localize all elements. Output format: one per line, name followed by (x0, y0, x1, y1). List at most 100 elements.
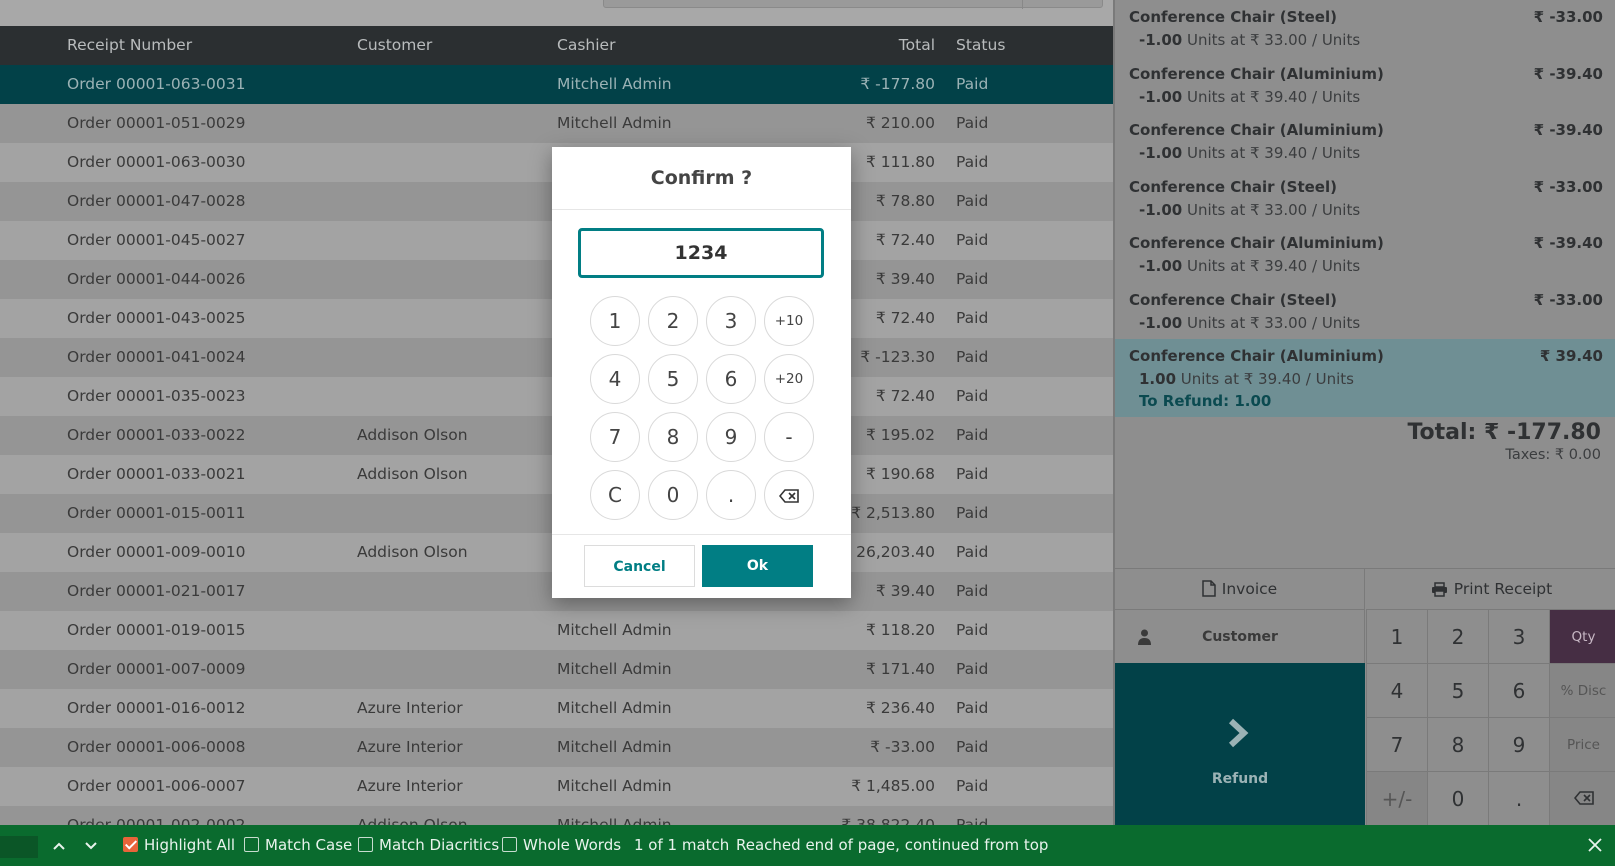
confirm-dialog: Confirm ? 1234 1 2 3 +10 4 5 6 +20 7 8 9- C 0. Cance… (552, 147, 851, 598)
dialog-key-5[interactable]: 5 (648, 354, 698, 404)
dialog-key-6[interactable]: 6 (706, 354, 756, 404)
numpad-key-9[interactable]: 9 (1488, 717, 1549, 771)
dialog-key-decimal[interactable]: . (706, 470, 756, 520)
dialog-key-8[interactable]: 8 (648, 412, 698, 462)
print-receipt-button[interactable]: Print Receipt (1366, 569, 1615, 609)
order-totals: Total: ₹ -177.80 Taxes: ₹ 0.00 (1407, 420, 1601, 463)
highlight-all-checkbox[interactable] (123, 837, 138, 852)
line-unit-detail: Units at ₹ 39.40 / Units (1182, 87, 1361, 106)
dialog-key-2[interactable]: 2 (648, 296, 698, 346)
match-case-checkbox[interactable] (244, 837, 259, 852)
total-cell: ₹ 38,822.40 (841, 816, 935, 825)
numpad-key-5[interactable]: 5 (1427, 663, 1488, 717)
line-price: ₹ -33.00 (1533, 177, 1603, 196)
match-case-toggle[interactable]: Match Case (244, 825, 352, 866)
header-total: Total (898, 36, 935, 54)
close-find-bar-button[interactable] (1588, 825, 1602, 866)
total-cell: ₹ 39.40 (875, 270, 935, 288)
dialog-key-backspace[interactable] (764, 470, 814, 520)
ok-button[interactable]: Ok (702, 545, 813, 587)
match-diacritics-toggle[interactable]: Match Diacritics (358, 825, 499, 866)
dialog-key-4[interactable]: 4 (590, 354, 640, 404)
table-row[interactable]: Order 00001-006-0008 Azure Interior Mitche… (0, 728, 1113, 767)
receipt-cell: Order 00001-033-0021 (67, 465, 246, 483)
order-line[interactable]: Conference Chair (Aluminium) ₹ -39.40 -1.0… (1115, 113, 1615, 169)
numpad-key-0[interactable]: 0 (1427, 771, 1488, 825)
total-cell: ₹ 72.40 (875, 387, 935, 405)
price-mode-button[interactable]: Price (1549, 717, 1615, 771)
number-input[interactable]: 1234 (578, 228, 824, 278)
table-row[interactable]: Order 00001-063-0031 Mitchell Admin ₹ -177… (0, 65, 1113, 104)
search-box[interactable] (603, 0, 1103, 9)
total-cell: ₹ 195.02 (865, 426, 935, 444)
numpad-key-2[interactable]: 2 (1427, 609, 1488, 663)
dialog-key-plus20[interactable]: +20 (764, 354, 814, 404)
dialog-key-7[interactable]: 7 (590, 412, 640, 462)
customer-cell: Azure Interior (357, 699, 463, 717)
line-price: ₹ -33.00 (1533, 8, 1603, 26)
customer-button[interactable]: Customer (1115, 609, 1365, 663)
table-row[interactable]: Order 00001-007-0009 Mitchell Admin ₹ 171.… (0, 650, 1113, 689)
order-line[interactable]: Conference Chair (Steel) ₹ -33.00 -1.00 Un… (1115, 170, 1615, 226)
match-diacritics-checkbox[interactable] (358, 837, 373, 852)
dialog-key-9[interactable]: 9 (706, 412, 756, 462)
numpad-key-7[interactable]: 7 (1366, 717, 1427, 771)
sign-toggle-button[interactable]: +/- (1366, 771, 1427, 825)
numpad-key-8[interactable]: 8 (1427, 717, 1488, 771)
qty-mode-button[interactable]: Qty (1549, 609, 1615, 663)
cashier-cell: Mitchell Admin (557, 75, 672, 93)
numpad-key-4[interactable]: 4 (1366, 663, 1427, 717)
numpad-key-3[interactable]: 3 (1488, 609, 1549, 663)
line-unit-detail: Units at ₹ 39.40 / Units (1182, 144, 1361, 162)
whole-words-checkbox[interactable] (502, 837, 517, 852)
discount-mode-button[interactable]: % Disc (1549, 663, 1615, 717)
dialog-key-0[interactable]: 0 (648, 470, 698, 520)
numpad-key-decimal[interactable]: . (1488, 771, 1549, 825)
status-cell: Paid (956, 270, 989, 288)
backspace-button[interactable] (1549, 771, 1615, 825)
order-detail-panel: Conference Chair (Steel) ₹ -33.00 -1.00 Un… (1113, 0, 1615, 825)
whole-words-label: Whole Words (523, 836, 622, 854)
status-cell: Paid (956, 738, 989, 756)
order-line[interactable]: Conference Chair (Aluminium) ₹ -39.40 -1.0… (1115, 226, 1615, 282)
numpad-key-6[interactable]: 6 (1488, 663, 1549, 717)
order-line[interactable]: Conference Chair (Aluminium) ₹ 39.40 1.00 … (1115, 339, 1615, 417)
total-cell: ₹ 78.80 (875, 192, 935, 210)
order-taxes: Taxes: ₹ 0.00 (1505, 447, 1601, 463)
cancel-button[interactable]: Cancel (584, 545, 695, 587)
table-row[interactable]: Order 00001-016-0012 Azure Interior Mitche… (0, 689, 1113, 728)
find-previous-button[interactable] (52, 825, 66, 866)
customer-cell: Azure Interior (357, 777, 463, 795)
print-receipt-label: Print Receipt (1453, 580, 1553, 598)
order-line[interactable]: Conference Chair (Steel) ₹ -33.00 -1.00 Un… (1115, 0, 1615, 56)
receipt-cell: Order 00001-063-0030 (67, 153, 246, 171)
table-row[interactable]: Order 00001-019-0015 Mitchell Admin ₹ 118.… (0, 611, 1113, 650)
dialog-key-minus[interactable]: - (764, 412, 814, 462)
invoice-button[interactable]: Invoice (1115, 569, 1365, 609)
total-cell: ₹ 190.68 (865, 465, 935, 483)
dialog-key-3[interactable]: 3 (706, 296, 756, 346)
line-quantity: 1.00 (1139, 370, 1177, 388)
numpad-key-1[interactable]: 1 (1366, 609, 1427, 663)
dialog-key-clear[interactable]: C (590, 470, 640, 520)
highlight-all-toggle[interactable]: Highlight All (123, 825, 235, 866)
table-row[interactable]: Order 00001-006-0007 Azure Interior Mitche… (0, 767, 1113, 806)
find-next-button[interactable] (84, 825, 98, 866)
product-name: Conference Chair (Steel) (1129, 177, 1337, 196)
search-separator (1022, 0, 1023, 9)
whole-words-toggle[interactable]: Whole Words (502, 825, 621, 866)
line-price: ₹ -39.40 (1533, 234, 1603, 252)
table-row[interactable]: Order 00001-002-0002 Addison Olson Mitchel… (0, 806, 1113, 825)
to-refund-label: To Refund: 1.00 (1139, 392, 1272, 410)
find-input[interactable] (0, 836, 38, 858)
table-row[interactable]: Order 00001-051-0029 Mitchell Admin ₹ 210.… (0, 104, 1113, 143)
order-line[interactable]: Conference Chair (Aluminium) ₹ -39.40 -1.0… (1115, 57, 1615, 113)
dialog-key-plus10[interactable]: +10 (764, 296, 814, 346)
order-line[interactable]: Conference Chair (Steel) ₹ -33.00 -1.00 Un… (1115, 283, 1615, 339)
find-status: Reached end of page, continued from top (736, 836, 1049, 854)
total-cell: ₹ 210.00 (865, 114, 935, 132)
refund-button[interactable]: Refund (1115, 663, 1365, 825)
line-detail: -1.00 Units at ₹ 39.40 / Units (1139, 88, 1360, 106)
find-bar: Highlight All Match Case Match Diacritic… (0, 825, 1615, 866)
dialog-key-1[interactable]: 1 (590, 296, 640, 346)
